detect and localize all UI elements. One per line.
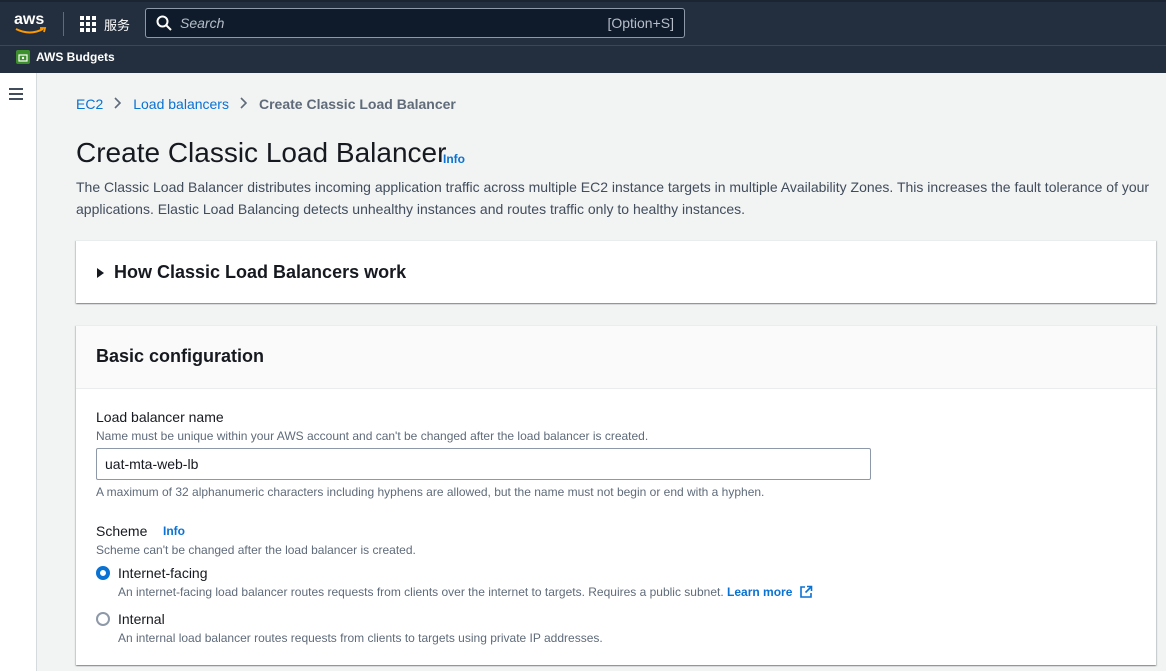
top-navigation: aws 服务 [Option+S] (0, 0, 1166, 45)
aws-budgets-shortcut[interactable]: AWS Budgets (16, 50, 115, 64)
basic-configuration-heading: Basic configuration (96, 346, 265, 366)
radio-checked-icon[interactable] (96, 566, 110, 580)
load-balancer-name-constraint: A maximum of 32 alphanumeric characters … (96, 485, 765, 499)
basic-configuration-panel: Basic configuration Load balancer name N… (76, 325, 1156, 665)
search-shortcut: [Option+S] (607, 15, 674, 31)
page-description: The Classic Load Balancer distributes in… (76, 179, 1150, 217)
learn-more-link[interactable]: Learn more (727, 585, 792, 599)
load-balancer-name-label: Load balancer name (96, 409, 224, 425)
nav-divider (63, 12, 64, 36)
services-label: 服务 (104, 17, 131, 33)
chevron-right-icon (240, 96, 248, 112)
page-title: Create Classic Load Balancer (76, 137, 447, 168)
radio-unchecked-icon[interactable] (96, 612, 110, 626)
favorites-bar: AWS Budgets (0, 45, 1166, 73)
scheme-description: Scheme can't be changed after the load b… (96, 543, 416, 557)
how-it-works-panel: How Classic Load Balancers work (76, 240, 1156, 303)
option-description-text: An internet-facing load balancer routes … (118, 585, 724, 599)
breadcrumb: EC2 Load balancers Create Classic Load B… (76, 96, 456, 112)
caret-right-icon (97, 267, 104, 278)
breadcrumb-load-balancers[interactable]: Load balancers (133, 96, 229, 112)
page-info-link[interactable]: Info (443, 152, 465, 166)
scheme-option-internal[interactable]: Internal (96, 611, 165, 627)
how-it-works-toggle[interactable]: How Classic Load Balancers work (97, 262, 406, 283)
internet-facing-description: An internet-facing load balancer routes … (118, 585, 813, 599)
external-link-icon[interactable] (799, 585, 813, 599)
breadcrumb-current: Create Classic Load Balancer (258, 96, 456, 112)
aws-smile-icon (15, 27, 47, 34)
radio-label: Internet-facing (118, 565, 208, 581)
radio-label: Internal (118, 611, 165, 627)
panel-header: Basic configuration (76, 326, 1156, 389)
budgets-icon (16, 50, 30, 64)
services-menu-button[interactable]: 服务 (80, 14, 130, 34)
grid-icon (80, 16, 96, 32)
search-input[interactable] (180, 15, 608, 31)
search-bar[interactable]: [Option+S] (145, 8, 685, 38)
breadcrumb-ec2[interactable]: EC2 (76, 96, 103, 112)
aws-logo[interactable]: aws (14, 11, 48, 37)
load-balancer-name-input[interactable] (96, 448, 871, 480)
internal-description: An internal load balancer routes request… (118, 631, 603, 645)
load-balancer-name-description: Name must be unique within your AWS acco… (96, 429, 649, 443)
budgets-label: AWS Budgets (36, 50, 115, 64)
scheme-option-internet-facing[interactable]: Internet-facing (96, 565, 208, 581)
chevron-right-icon (114, 96, 122, 112)
scheme-label: Scheme (96, 523, 148, 539)
how-it-works-label: How Classic Load Balancers work (114, 262, 407, 282)
menu-icon[interactable] (9, 88, 23, 100)
search-icon (156, 15, 172, 31)
side-navigation (0, 73, 37, 671)
scheme-info-link[interactable]: Info (163, 524, 185, 538)
